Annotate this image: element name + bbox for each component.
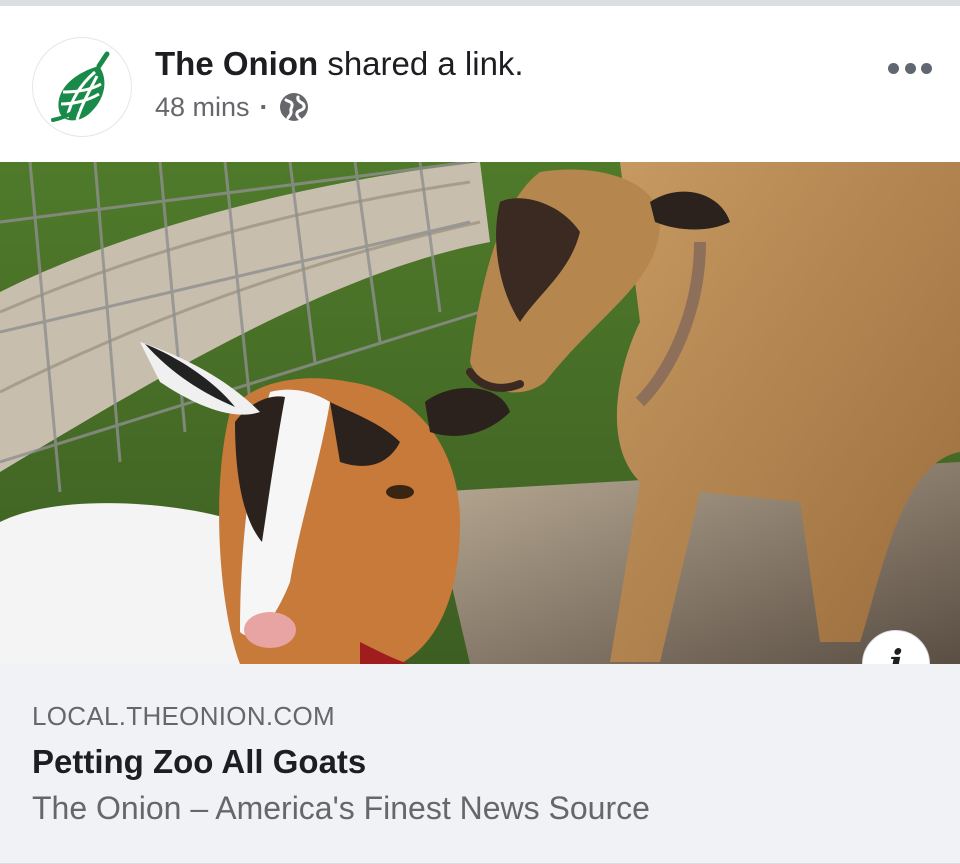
meta-separator: · bbox=[259, 92, 269, 122]
more-dot bbox=[888, 62, 899, 74]
post-action: shared a link. bbox=[327, 45, 524, 82]
link-title[interactable]: Petting Zoo All Goats bbox=[32, 742, 366, 782]
link-domain: LOCAL.THEONION.COM bbox=[32, 701, 335, 731]
page-avatar[interactable] bbox=[32, 37, 132, 137]
globe-icon[interactable] bbox=[279, 92, 309, 122]
link-preview-image[interactable] bbox=[0, 162, 960, 664]
more-dot bbox=[921, 62, 932, 74]
more-dot bbox=[904, 62, 916, 74]
post-header: The Onion shared a link. bbox=[155, 44, 524, 84]
post-meta: 48 mins · bbox=[155, 90, 309, 124]
post-timestamp[interactable]: 48 mins bbox=[155, 90, 250, 124]
link-description: The Onion – America's Finest News Source bbox=[32, 790, 650, 826]
author-name[interactable]: The Onion bbox=[155, 45, 318, 82]
link-preview-footer[interactable]: LOCAL.THEONION.COM Petting Zoo All Goats… bbox=[0, 664, 960, 864]
top-divider bbox=[0, 0, 960, 6]
onion-logo-icon bbox=[51, 51, 110, 122]
more-options-icon[interactable] bbox=[888, 58, 932, 78]
